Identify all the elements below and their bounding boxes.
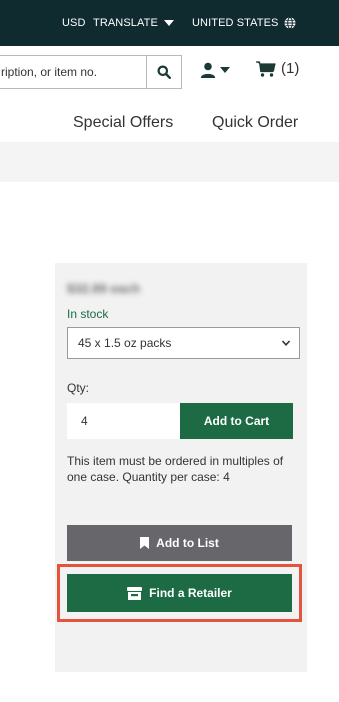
case-multiples-note: This item must be ordered in multiples o…	[67, 454, 284, 484]
search-row: ription, or item no. (1)	[0, 46, 339, 100]
main-nav: Special Offers Quick Order	[0, 100, 339, 142]
cart-count: (1)	[281, 60, 300, 77]
caret-down-icon	[163, 20, 174, 26]
purchase-panel: $32.89 each In stock 45 x 1.5 oz packs Q…	[55, 263, 307, 672]
translate-menu[interactable]: TRANSLATE	[93, 17, 174, 29]
currency-selector[interactable]: USD	[62, 17, 86, 29]
account-menu-button[interactable]	[200, 62, 230, 78]
cart-button[interactable]: (1)	[256, 60, 299, 77]
search-input[interactable]: ription, or item no.	[0, 55, 146, 89]
country-label: UNITED STATES	[192, 17, 279, 29]
qty-label: Qty:	[67, 381, 90, 395]
caret-down-icon	[220, 67, 230, 73]
quantity-input[interactable]: 4	[67, 403, 180, 439]
add-to-list-button[interactable]: Add to List	[67, 525, 292, 561]
add-to-cart-button[interactable]: Add to Cart	[180, 403, 293, 439]
pack-size-select[interactable]: 45 x 1.5 oz packs	[67, 327, 300, 359]
currency-label: USD	[62, 17, 86, 29]
nav-special-offers[interactable]: Special Offers	[73, 114, 173, 132]
nav-quick-order[interactable]: Quick Order	[212, 114, 298, 132]
cart-icon	[256, 60, 276, 77]
globe-icon	[284, 17, 296, 29]
bookmark-icon	[140, 537, 150, 549]
translate-label: TRANSLATE	[93, 17, 158, 29]
user-icon	[200, 62, 216, 78]
top-utility-bar: USD TRANSLATE UNITED STATES	[0, 0, 339, 46]
add-to-list-label: Add to List	[156, 536, 219, 550]
find-retailer-label: Find a Retailer	[149, 586, 232, 600]
store-icon	[127, 586, 143, 600]
stock-status: In stock	[67, 307, 109, 321]
pack-size-value: 45 x 1.5 oz packs	[78, 336, 172, 350]
search-icon	[157, 65, 171, 79]
add-to-cart-label: Add to Cart	[203, 414, 270, 428]
price-label: $32.89 each	[67, 281, 141, 296]
country-selector[interactable]: UNITED STATES	[192, 17, 296, 29]
search-button[interactable]	[146, 55, 182, 89]
search-placeholder: ription, or item no.	[1, 65, 98, 79]
find-retailer-button[interactable]: Find a Retailer	[67, 574, 292, 612]
chevron-down-icon	[281, 340, 291, 346]
breadcrumb-band	[0, 142, 339, 182]
